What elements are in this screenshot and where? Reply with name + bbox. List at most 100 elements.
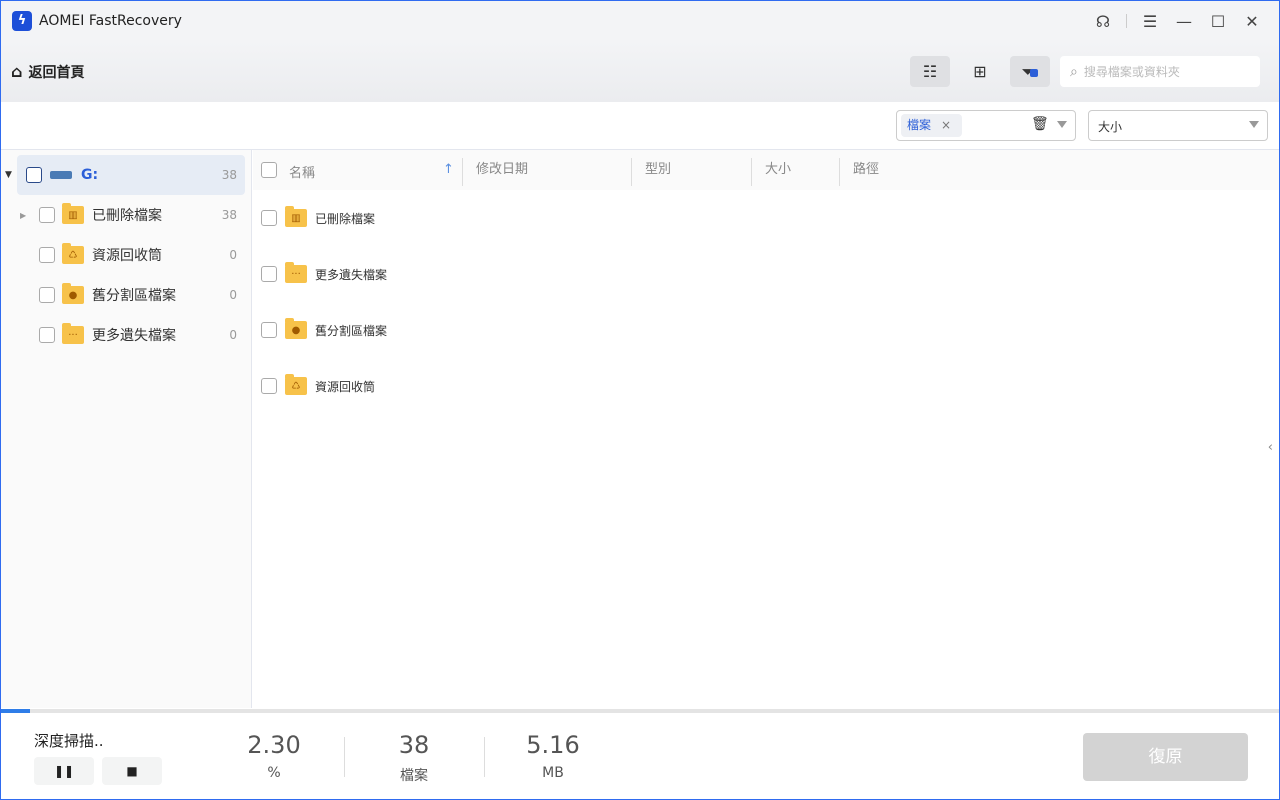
- column-name[interactable]: 名稱: [289, 162, 315, 181]
- tree-item-label: 舊分割區檔案: [92, 288, 176, 304]
- chevron-down-icon[interactable]: [1249, 121, 1259, 128]
- row-name: 舊分割區檔案: [315, 323, 388, 338]
- size-unit: MB: [542, 765, 564, 781]
- divider: [1126, 14, 1127, 28]
- divider: [484, 737, 485, 777]
- folder-tree: ▼ G: 38 ▶ ▥ 已刪除檔案 38 ♺ 資源回收筒 0 ● 舊分割區檔案 …: [1, 150, 252, 708]
- home-icon: ⌂: [11, 62, 23, 81]
- checkbox[interactable]: [261, 378, 277, 394]
- percent-value: 2.30: [247, 731, 301, 759]
- folder-recycle-icon: ♺: [285, 374, 307, 395]
- menu-icon[interactable]: ☰: [1133, 12, 1167, 31]
- checkbox[interactable]: [26, 167, 42, 183]
- grid-view-button[interactable]: ⊞: [960, 56, 1000, 87]
- folder-dots-icon: ···: [62, 323, 84, 344]
- app-title: AOMEI FastRecovery: [39, 13, 182, 29]
- collapse-panel-icon[interactable]: ‹: [1268, 440, 1273, 455]
- files-stat: 38 檔案: [354, 731, 474, 785]
- expand-arrow-icon[interactable]: ▼: [5, 170, 12, 180]
- chevron-down-icon[interactable]: [1057, 121, 1067, 128]
- folder-recycle-icon: ♺: [62, 243, 84, 264]
- tree-item[interactable]: ♺ 資源回收筒 0: [17, 235, 245, 275]
- stop-button[interactable]: ■: [102, 757, 162, 785]
- column-type[interactable]: 型別: [631, 158, 671, 186]
- row-name: 更多遺失檔案: [315, 267, 388, 282]
- percent-unit: %: [267, 765, 281, 781]
- checkbox[interactable]: [39, 327, 55, 343]
- pause-button[interactable]: ❚❚: [34, 757, 94, 785]
- tree-item-label: 已刪除檔案: [92, 208, 162, 224]
- tree-drive[interactable]: ▼ G: 38: [5, 155, 245, 195]
- checkbox[interactable]: [39, 207, 55, 223]
- minimize-button[interactable]: —: [1167, 12, 1201, 31]
- files-unit: 檔案: [400, 768, 428, 784]
- count: 0: [229, 288, 237, 302]
- app-logo-icon: ϟ: [12, 11, 32, 31]
- tree-item-label: 更多遺失檔案: [92, 328, 176, 344]
- type-chip: 檔案 ×: [901, 114, 962, 137]
- checkbox[interactable]: [261, 322, 277, 338]
- drive-icon: [50, 171, 72, 179]
- toolbar: ⌂ 返回首頁 ☷ ⊞ ⏷ ⌕ 搜尋檔案或資料夾: [1, 41, 1279, 102]
- drive-label: G:: [81, 167, 99, 183]
- select-all-checkbox[interactable]: [261, 162, 277, 178]
- expand-arrow-icon[interactable]: ▶: [20, 211, 26, 220]
- sort-asc-icon[interactable]: ↑: [443, 162, 454, 177]
- folder-trash-icon: ▥: [62, 203, 84, 224]
- support-headset-icon[interactable]: ☊: [1086, 12, 1120, 31]
- checkbox[interactable]: [261, 266, 277, 282]
- search-icon: ⌕: [1070, 63, 1078, 80]
- size-select-value: 大小: [1098, 120, 1123, 134]
- table-row[interactable]: ● 舊分割區檔案: [261, 318, 388, 339]
- count: 38: [221, 168, 237, 182]
- close-button[interactable]: ✕: [1235, 12, 1269, 31]
- search-placeholder: 搜尋檔案或資料夾: [1083, 65, 1180, 79]
- tree-item-label: 資源回收筒: [92, 248, 162, 264]
- size-stat: 5.16 MB: [493, 731, 613, 781]
- percent-stat: 2.30%: [214, 731, 334, 781]
- checkbox[interactable]: [39, 287, 55, 303]
- tree-item[interactable]: ● 舊分割區檔案 0: [17, 275, 245, 315]
- folder-clock-icon: ●: [285, 318, 307, 339]
- count: 0: [229, 248, 237, 262]
- filter-bar: 檔案 × 🗑 大小: [1, 102, 1279, 150]
- type-filter[interactable]: 檔案 × 🗑: [896, 110, 1076, 141]
- folder-trash-icon: ▥: [285, 206, 307, 227]
- table-row[interactable]: ··· 更多遺失檔案: [261, 262, 388, 283]
- column-modified[interactable]: 修改日期: [462, 158, 528, 186]
- home-button[interactable]: ⌂ 返回首頁: [11, 62, 84, 82]
- count: 38: [221, 208, 237, 222]
- tree-item[interactable]: ··· 更多遺失檔案 0: [17, 315, 245, 355]
- row-name: 已刪除檔案: [315, 211, 376, 226]
- maximize-button[interactable]: ☐: [1201, 12, 1235, 31]
- search-input[interactable]: ⌕ 搜尋檔案或資料夾: [1060, 56, 1260, 87]
- filter-button[interactable]: ⏷: [1010, 56, 1050, 87]
- list-view-button[interactable]: ☷: [910, 56, 950, 87]
- home-label: 返回首頁: [28, 64, 85, 81]
- scan-status: 深度掃描..: [34, 732, 104, 750]
- file-list: 名稱 ↑ 修改日期 型別 大小 路徑 ▥ 已刪除檔案 ··· 更多遺失檔案 ● 舊分割…: [253, 150, 1279, 708]
- remove-chip-icon[interactable]: ×: [941, 118, 951, 132]
- column-path[interactable]: 路徑: [839, 158, 879, 186]
- row-name: 資源回收筒: [315, 379, 376, 394]
- type-chip-label: 檔案: [907, 118, 932, 132]
- table-row[interactable]: ▥ 已刪除檔案: [261, 206, 376, 227]
- title-bar: ϟ AOMEI FastRecovery ☊ ☰ — ☐ ✕: [1, 1, 1279, 41]
- size-filter[interactable]: 大小: [1088, 110, 1268, 141]
- restore-button[interactable]: 復原: [1083, 733, 1248, 781]
- files-value: 38: [398, 731, 430, 759]
- checkbox[interactable]: [39, 247, 55, 263]
- checkbox[interactable]: [261, 210, 277, 226]
- footer: 深度掃描.. ❚❚ ■ 2.30% 38 檔案 5.16 MB 復原: [1, 713, 1279, 799]
- tree-item[interactable]: ▶ ▥ 已刪除檔案 38: [17, 195, 245, 235]
- count: 0: [229, 328, 237, 342]
- app-window: ϟ AOMEI FastRecovery ☊ ☰ — ☐ ✕ ⌂ 返回首頁 ☷ …: [0, 0, 1280, 800]
- size-value: 5.16: [526, 731, 580, 759]
- column-size[interactable]: 大小: [751, 158, 791, 186]
- folder-dots-icon: ···: [285, 262, 307, 283]
- folder-clock-icon: ●: [62, 283, 84, 304]
- trash-icon[interactable]: 🗑: [1031, 116, 1049, 132]
- table-header: 名稱 ↑ 修改日期 型別 大小 路徑: [253, 150, 1279, 190]
- divider: [344, 737, 345, 777]
- table-row[interactable]: ♺ 資源回收筒: [261, 374, 376, 395]
